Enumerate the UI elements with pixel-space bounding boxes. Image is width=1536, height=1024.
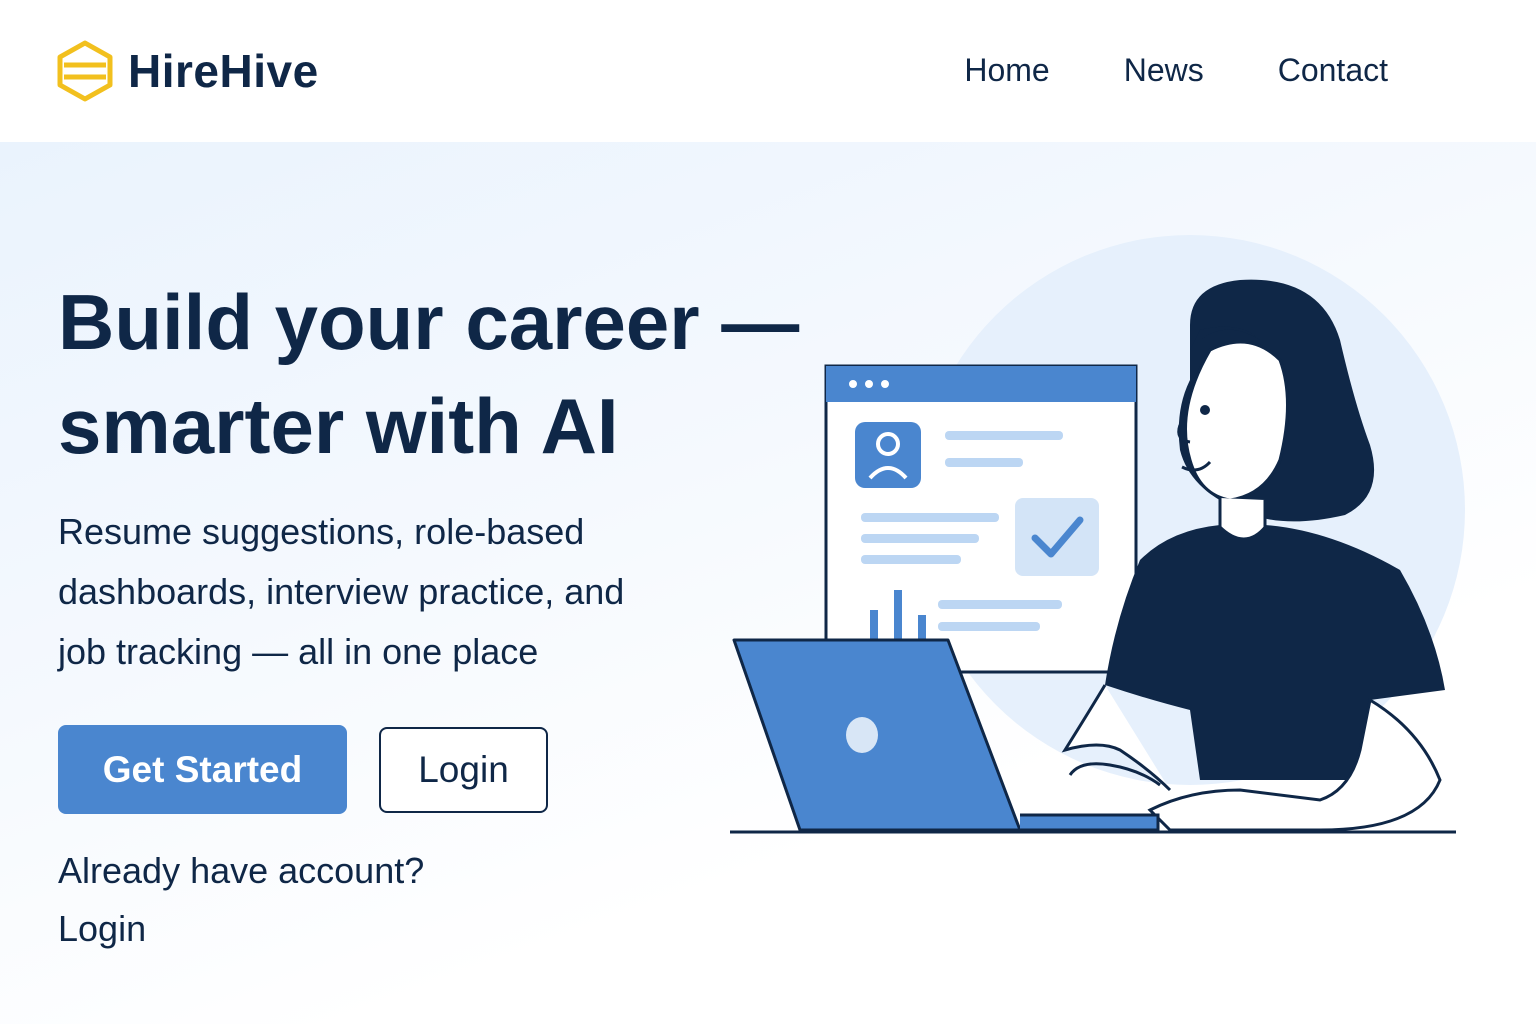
get-started-button[interactable]: Get Started (58, 725, 347, 814)
subtext-line-1: Resume suggestions, role-based (58, 511, 585, 552)
checkmark-icon (1015, 498, 1099, 576)
nav-home[interactable]: Home (964, 52, 1049, 89)
account-question: Already have account? (58, 850, 425, 891)
brand-name: HireHive (128, 45, 319, 97)
headline-line-2: smarter with AI (58, 382, 619, 470)
hexagon-logo-icon (57, 40, 113, 102)
headline-line-1: Build your career — (58, 278, 800, 366)
nav-contact[interactable]: Contact (1278, 52, 1388, 89)
main-nav: Home News Contact (890, 52, 1388, 89)
account-login-link[interactable]: Login (58, 908, 146, 950)
brand-logo[interactable]: HireHive (56, 40, 319, 102)
woman-at-laptop-illustration (730, 235, 1465, 834)
login-button[interactable]: Login (379, 727, 548, 813)
subtext-line-2: dashboards, interview practice, and (58, 571, 625, 612)
browser-window-graphic (824, 364, 1138, 674)
header: HireHive Home News Contact (0, 0, 1536, 142)
hero-subtext: Resume suggestions, role-based dashboard… (58, 502, 738, 682)
nav-news[interactable]: News (1124, 52, 1204, 89)
subtext-line-3: job tracking — all in one place (58, 631, 539, 672)
